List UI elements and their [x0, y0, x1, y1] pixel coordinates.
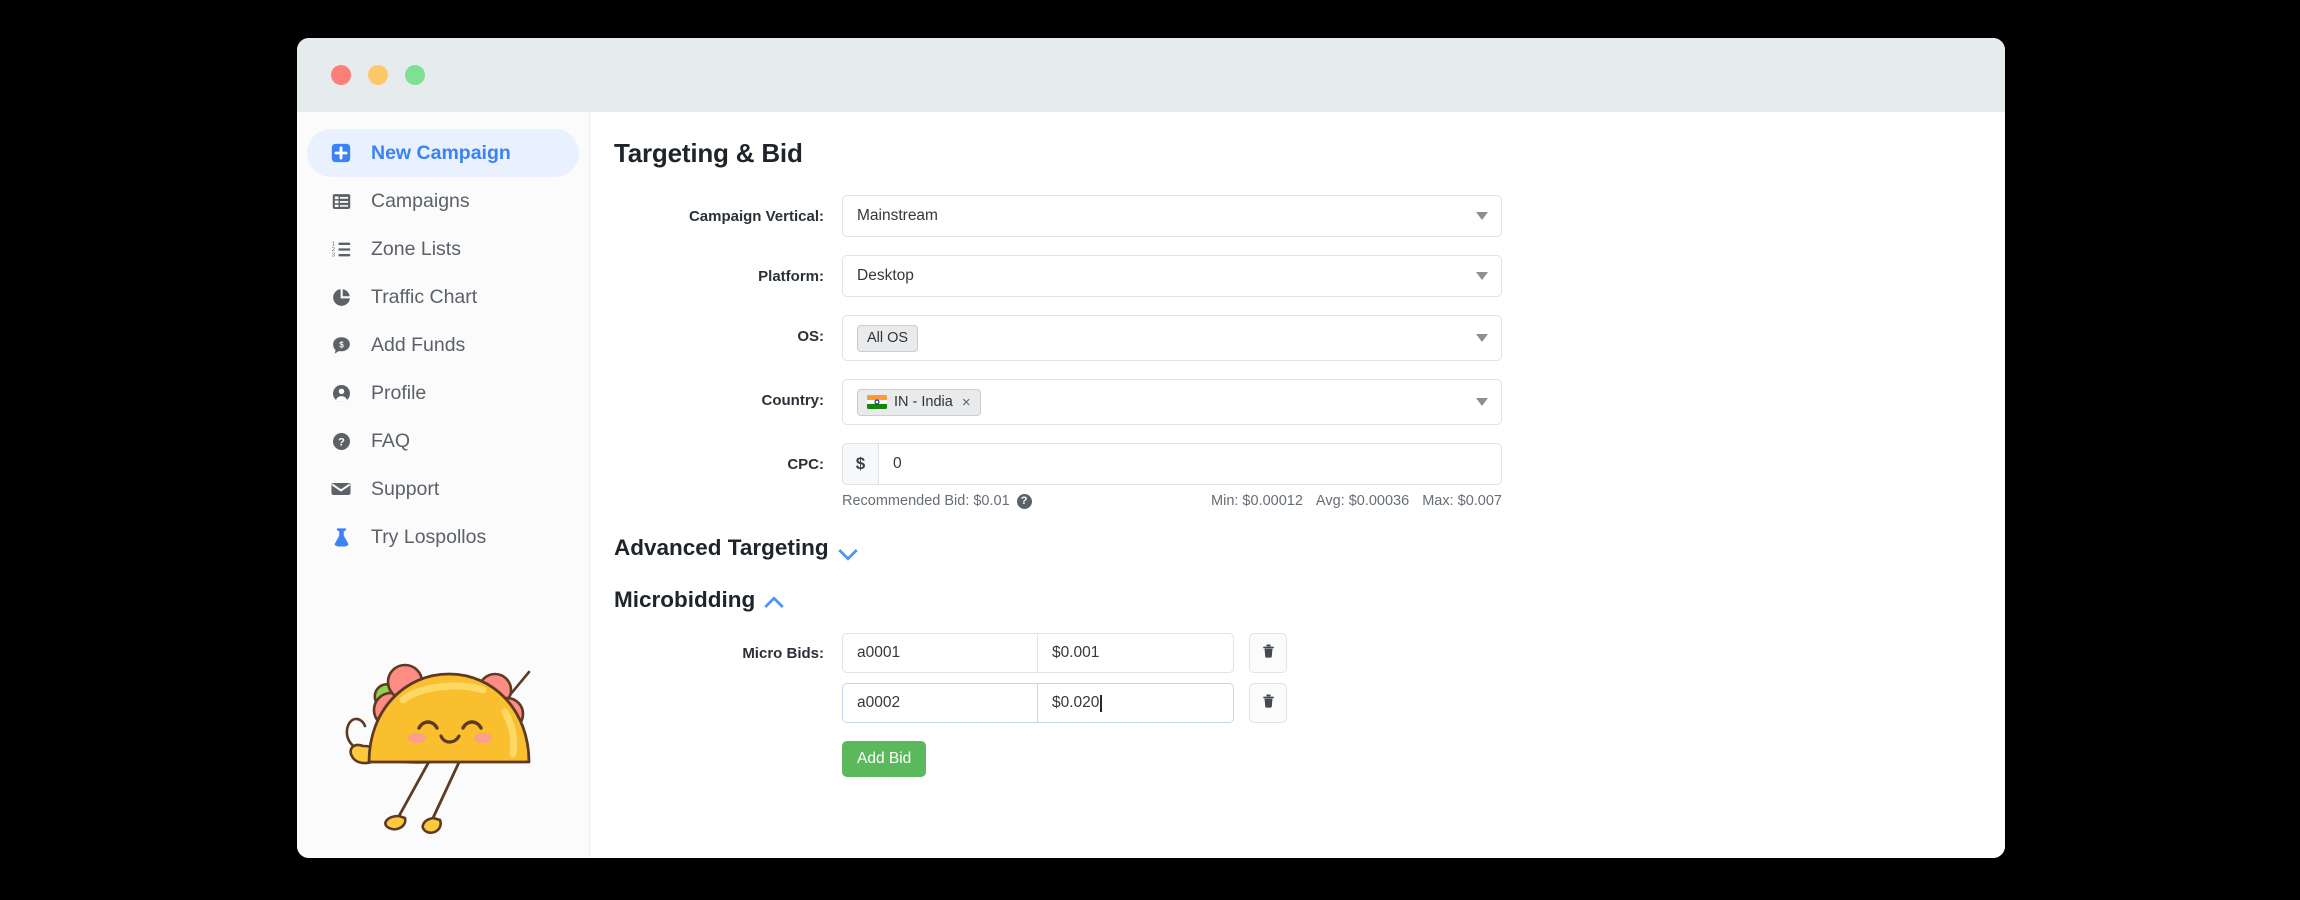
- window-titlebar: [297, 38, 2005, 112]
- bid-max-value: Max: $0.007: [1422, 493, 1502, 509]
- bid-avg-value: Avg: $0.00036: [1315, 493, 1410, 509]
- micro-bids-label: Micro Bids:: [742, 644, 824, 662]
- envelope-icon: [329, 477, 353, 501]
- page-title: Targeting & Bid: [614, 138, 803, 168]
- bid-meta-row: Recommended Bid: $0.01 ? Min: $0.00012 A…: [842, 493, 1502, 509]
- taco-mascot-illustration: [345, 663, 531, 834]
- chevron-down-icon: [1476, 272, 1488, 280]
- text-cursor: [1100, 694, 1102, 712]
- app-window: New Campaign Campaigns 1 2 3 Zone Lists …: [297, 38, 2005, 858]
- chevron-down-icon: [840, 543, 856, 553]
- help-circle-icon[interactable]: ?: [1016, 493, 1032, 509]
- country-multiselect[interactable]: IN - India ×: [842, 379, 1502, 425]
- sidebar-nav: New Campaign Campaigns 1 2 3 Zone Lists …: [297, 112, 590, 858]
- close-window-button[interactable]: [331, 65, 351, 85]
- os-chip-all-os[interactable]: All OS: [857, 324, 919, 352]
- country-chip-label: IN - India: [894, 394, 953, 410]
- chevron-up-icon: [766, 595, 782, 605]
- dollar-sign-icon: $: [842, 443, 878, 485]
- plus-square-icon: [329, 141, 353, 165]
- chevron-down-icon: [1476, 212, 1488, 220]
- india-flag-icon: [867, 395, 887, 409]
- sidebar-item-support[interactable]: Support: [307, 465, 579, 513]
- field-row-campaign-vertical: Campaign Vertical: Mainstream: [614, 195, 2005, 237]
- ordered-list-icon: 1 2 3: [329, 237, 353, 261]
- sidebar-item-new-campaign[interactable]: New Campaign: [307, 129, 579, 177]
- trash-icon: [1260, 642, 1277, 664]
- svg-text:?: ?: [338, 436, 345, 448]
- pie-chart-icon: [329, 285, 353, 309]
- sidebar-item-label: Profile: [371, 381, 427, 404]
- svg-text:$: $: [339, 340, 344, 349]
- micro-bid-price-input[interactable]: $0.001: [1038, 633, 1234, 673]
- platform-value: Desktop: [857, 267, 914, 284]
- bid-min-value: Min: $0.00012: [1211, 493, 1303, 509]
- flask-icon: [329, 525, 353, 549]
- micro-bid-zone-input[interactable]: a0002: [842, 683, 1038, 723]
- os-chip-label: All OS: [867, 330, 909, 346]
- add-bid-button[interactable]: Add Bid: [842, 741, 927, 777]
- user-circle-icon: [329, 381, 353, 405]
- os-multiselect[interactable]: All OS: [842, 315, 1502, 361]
- sidebar-item-try-lospollos[interactable]: Try Lospollos: [307, 513, 579, 561]
- field-row-cpc: CPC: $ 0 Recommended Bid: $0.01 ? Min: $…: [614, 443, 2005, 509]
- micro-bid-price-input[interactable]: $0.020: [1038, 683, 1234, 723]
- sidebar-item-label: FAQ: [371, 429, 411, 452]
- minimize-window-button[interactable]: [368, 65, 388, 85]
- micro-bid-row: Micro Bids: a0001 $0.001: [614, 633, 2005, 673]
- money-bubble-icon: $: [329, 333, 353, 357]
- sidebar-item-label: Support: [371, 477, 440, 500]
- window-body: New Campaign Campaigns 1 2 3 Zone Lists …: [297, 112, 2005, 858]
- country-chip-in-india[interactable]: IN - India ×: [857, 388, 981, 416]
- sidebar-item-label: Try Lospollos: [371, 525, 487, 548]
- trash-icon: [1260, 692, 1277, 714]
- micro-bid-price-value: $0.020: [1052, 694, 1100, 711]
- remove-country-chip-icon[interactable]: ×: [960, 395, 971, 410]
- field-row-country: Country: IN - India ×: [614, 379, 2005, 425]
- chevron-down-icon: [1476, 334, 1488, 342]
- sidebar-item-campaigns[interactable]: Campaigns: [307, 177, 579, 225]
- sidebar-item-add-funds[interactable]: $ Add Funds: [307, 321, 579, 369]
- main-content: Targeting & Bid Campaign Vertical: Mains…: [590, 112, 2005, 858]
- microbidding-section-toggle[interactable]: Microbidding: [614, 587, 782, 613]
- micro-bids-block: Micro Bids: a0001 $0.001 a0002 $0.020 Ad…: [614, 633, 2005, 777]
- sidebar-item-faq[interactable]: ? FAQ: [307, 417, 579, 465]
- campaign-vertical-label: Campaign Vertical:: [688, 208, 824, 225]
- sidebar-item-label: Traffic Chart: [371, 285, 478, 308]
- sidebar-item-label: Add Funds: [371, 333, 466, 356]
- list-table-icon: [329, 189, 353, 213]
- sidebar-item-zone-lists[interactable]: 1 2 3 Zone Lists: [307, 225, 579, 273]
- chevron-down-icon: [1476, 398, 1488, 406]
- question-circle-icon: ?: [329, 429, 353, 453]
- campaign-vertical-select[interactable]: Mainstream: [842, 195, 1502, 237]
- platform-label: Platform:: [758, 268, 824, 285]
- recommended-bid-text: Recommended Bid: $0.01: [842, 493, 1010, 509]
- field-row-platform: Platform: Desktop: [614, 255, 2005, 297]
- delete-micro-bid-button[interactable]: [1249, 633, 1287, 673]
- sidebar-item-label: Zone Lists: [371, 237, 461, 260]
- cpc-label: CPC:: [787, 456, 824, 473]
- micro-bid-row: a0002 $0.020: [614, 683, 2005, 723]
- svg-text:3: 3: [331, 252, 334, 258]
- micro-bid-zone-input[interactable]: a0001: [842, 633, 1038, 673]
- sidebar-item-label: New Campaign: [371, 141, 511, 164]
- field-row-os: OS: All OS: [614, 315, 2005, 361]
- platform-select[interactable]: Desktop: [842, 255, 1502, 297]
- country-label: Country:: [761, 392, 825, 409]
- sidebar-item-profile[interactable]: Profile: [307, 369, 579, 417]
- sidebar-item-label: Campaigns: [371, 189, 470, 212]
- campaign-vertical-value: Mainstream: [857, 207, 938, 224]
- cpc-input[interactable]: 0: [878, 443, 1502, 485]
- delete-micro-bid-button[interactable]: [1249, 683, 1287, 723]
- advanced-targeting-section-toggle[interactable]: Advanced Targeting: [614, 535, 856, 561]
- sidebar-item-traffic-chart[interactable]: Traffic Chart: [307, 273, 579, 321]
- os-label: OS:: [797, 328, 824, 345]
- maximize-window-button[interactable]: [405, 65, 425, 85]
- microbidding-label: Microbidding: [614, 587, 756, 612]
- advanced-targeting-label: Advanced Targeting: [614, 535, 829, 560]
